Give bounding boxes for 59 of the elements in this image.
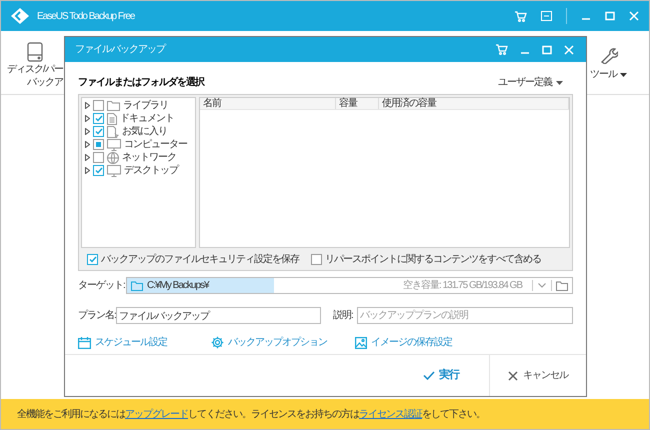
checkbox[interactable]: [93, 100, 104, 111]
checkbox[interactable]: [93, 113, 104, 124]
tree-item-label[interactable]: お気に入り: [122, 126, 167, 138]
description-field[interactable]: バックアッププランの説明: [356, 307, 573, 324]
target-path: C:¥My Backups¥: [147, 279, 209, 292]
option-label[interactable]: バックアップのファイルセキュリティ設定を保存: [101, 252, 299, 266]
folder-icon: [107, 100, 120, 111]
tree-item-label[interactable]: ネットワーク: [122, 152, 176, 164]
folder-icon: [131, 280, 143, 290]
cart-icon[interactable]: [496, 44, 508, 55]
plan-name-field[interactable]: ファイルバックアップ: [116, 307, 321, 324]
checkbox[interactable]: [311, 254, 322, 264]
cancel-button[interactable]: キャンセル: [508, 369, 568, 382]
tree-item-label[interactable]: コンピューター: [124, 138, 187, 150]
checkbox[interactable]: [93, 165, 104, 176]
description-label: 説明:: [333, 309, 353, 322]
view-dropdown[interactable]: ユーザー定義: [498, 76, 563, 89]
chevron-down-icon[interactable]: [538, 283, 546, 288]
column-header[interactable]: 名前: [200, 98, 336, 109]
cart-icon[interactable]: [515, 10, 527, 22]
settings-link[interactable]: スケジュール設定: [78, 336, 211, 349]
column-header[interactable]: 使用済の容量: [379, 98, 569, 109]
checkbox[interactable]: [87, 254, 98, 264]
checkmark-icon: [423, 371, 435, 380]
tools-menu[interactable]: ツール: [590, 68, 627, 81]
app-title: EaseUS Todo Backup Free: [37, 10, 134, 22]
calendar-icon: [78, 336, 91, 348]
settings-icon: [211, 336, 224, 349]
image-icon: [355, 336, 367, 348]
folder-icon[interactable]: [556, 280, 568, 290]
monitor-icon: [107, 138, 121, 150]
tree-item-label[interactable]: ドキュメント: [120, 112, 174, 124]
caret-icon: [620, 72, 627, 76]
document-icon: [107, 112, 117, 124]
free-space: 空き容量: 131.75 GB/193.84 GB: [403, 279, 522, 292]
toolbar-label: ディスク/パー: [7, 64, 63, 74]
maximize-icon[interactable]: [605, 11, 615, 21]
tree-item-label[interactable]: デスクトップ: [124, 164, 178, 176]
globe-icon: [107, 152, 119, 164]
caret-icon: [556, 80, 563, 84]
checkbox[interactable]: [93, 139, 104, 150]
option-label[interactable]: リパースポイントに関するコンテンツをすべて含める: [325, 252, 541, 266]
settings-link[interactable]: イメージの保存設定: [355, 336, 452, 349]
dialog-title: ファイルバックアップ: [75, 43, 165, 56]
toolbar-label: バックア: [26, 76, 63, 88]
run-button[interactable]: 実行: [423, 369, 459, 382]
settings-link[interactable]: バックアップオプション: [211, 336, 355, 349]
logo-icon: [11, 8, 29, 24]
section-title: ファイルまたはフォルダを選択: [78, 76, 204, 89]
window-icon[interactable]: [541, 11, 552, 21]
close-icon[interactable]: [508, 370, 518, 380]
maximize-icon[interactable]: [542, 44, 552, 54]
column-header[interactable]: 容量: [336, 98, 379, 109]
monitor-icon: [107, 164, 121, 176]
checkbox[interactable]: [93, 126, 104, 137]
tree-item-label[interactable]: ライブラリ: [123, 100, 168, 112]
target-field[interactable]: C:¥My Backups¥ 空き容量: 131.75 GB/193.84 GB: [126, 277, 573, 294]
banner-text: 全機能をご利用になるにはアップグレード してください。ライセンスをお持ちの方はライセンス認証をして下さい。: [17, 408, 485, 420]
checkbox[interactable]: [93, 152, 104, 163]
